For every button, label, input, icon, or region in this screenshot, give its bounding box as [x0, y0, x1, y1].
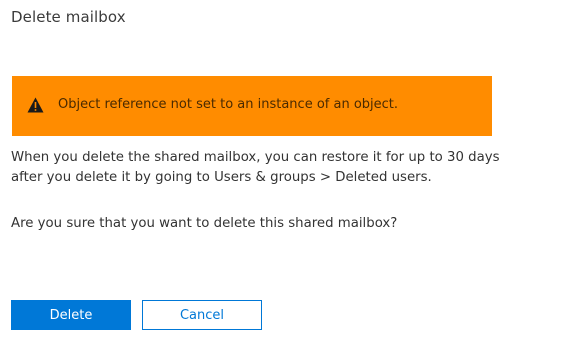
restore-info-text: When you delete the shared mailbox, you …: [11, 150, 500, 185]
error-message: Object reference not set to an instance …: [58, 97, 399, 112]
error-banner: Object reference not set to an instance …: [12, 76, 492, 136]
delete-button[interactable]: Delete: [11, 300, 131, 330]
dialog-title: Delete mailbox: [11, 8, 126, 26]
confirm-question: Are you sure that you want to delete thi…: [11, 216, 398, 231]
warning-icon: [27, 97, 44, 113]
cancel-button[interactable]: Cancel: [142, 300, 262, 330]
